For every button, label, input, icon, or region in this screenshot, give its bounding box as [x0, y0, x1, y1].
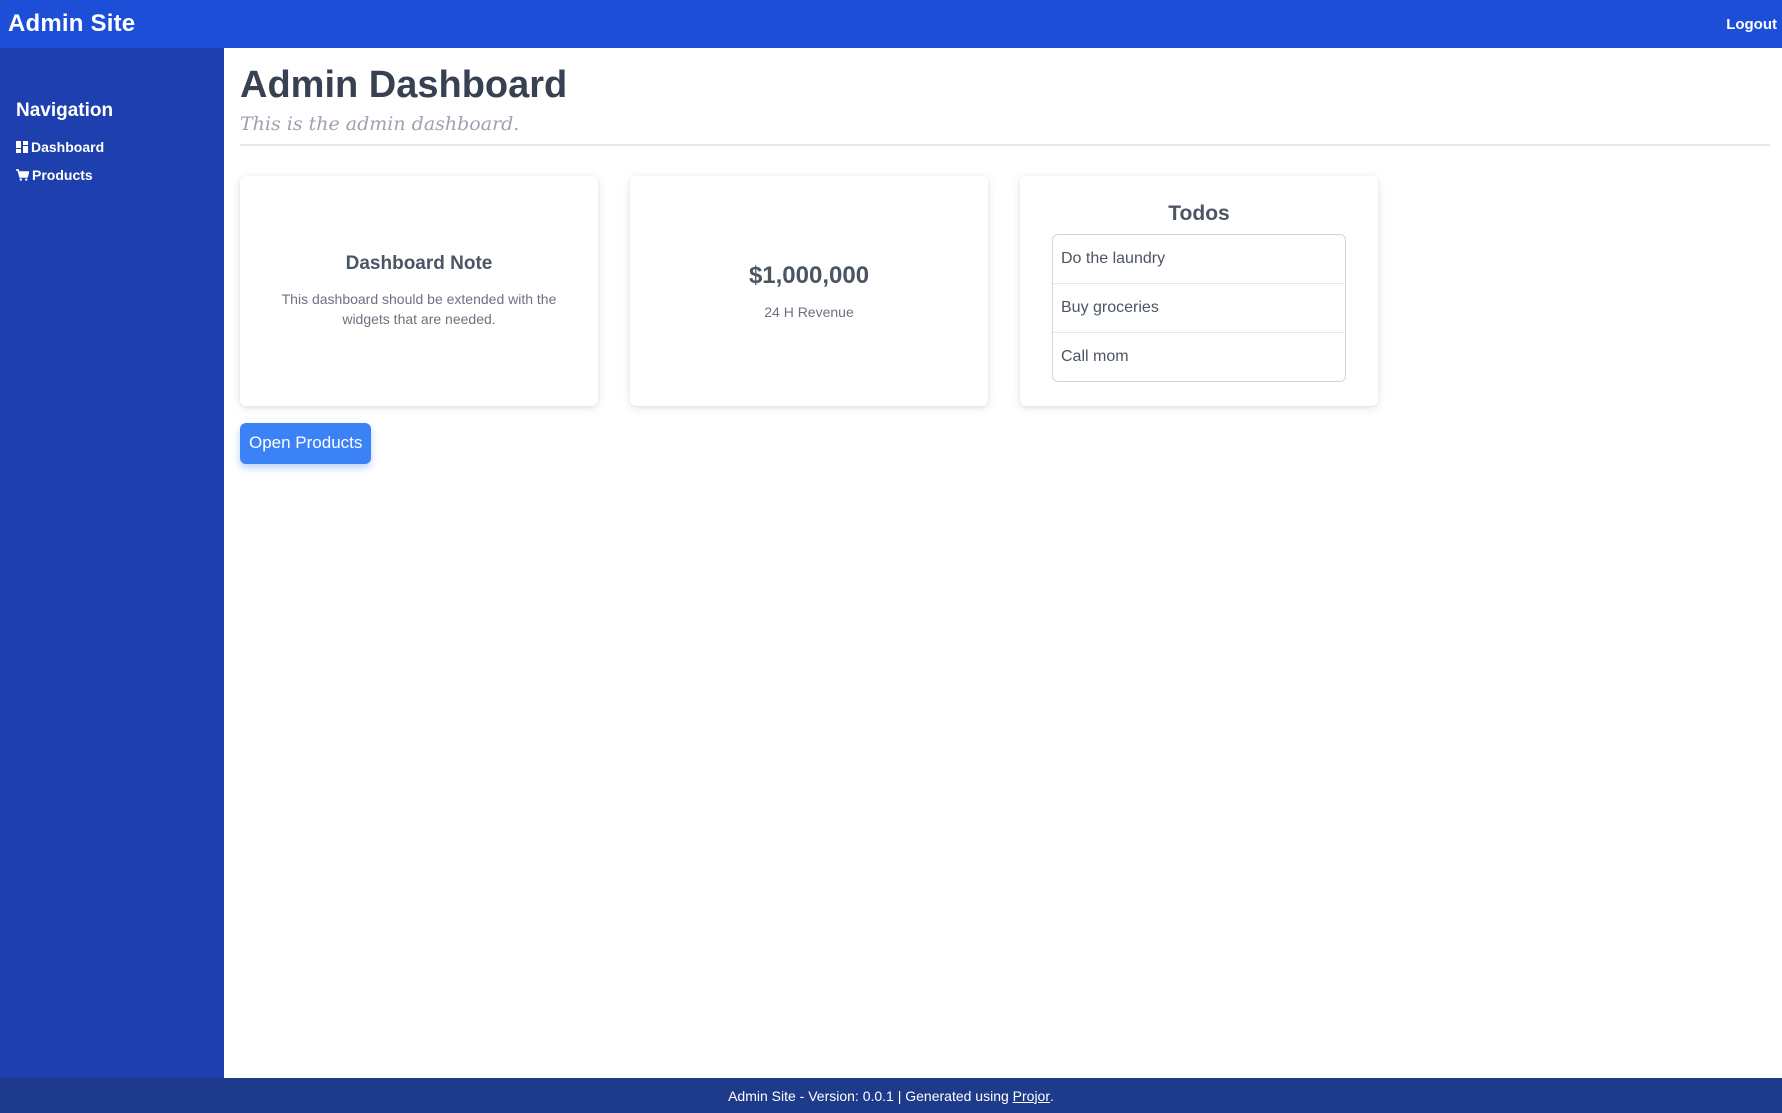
- footer-suffix: .: [1050, 1087, 1054, 1104]
- brand-title[interactable]: Admin Site: [8, 10, 135, 38]
- top-bar: Admin Site Logout: [0, 0, 1782, 48]
- list-item[interactable]: Do the laundry: [1053, 235, 1345, 284]
- projor-link[interactable]: Projor: [1013, 1088, 1050, 1104]
- app: Admin Site Logout Navigation Dashboard P…: [0, 0, 1782, 1113]
- revenue-card: $1,000,000 24 H Revenue: [630, 175, 988, 406]
- todos-title: Todos: [1168, 201, 1230, 225]
- dashboard-grid-icon: [16, 141, 28, 153]
- sidebar-item-dashboard[interactable]: Dashboard: [16, 133, 208, 161]
- card-title: Dashboard Note: [345, 252, 493, 274]
- todo-list: Do the laundry Buy groceries Call mom: [1052, 233, 1346, 382]
- page-title: Admin Dashboard: [240, 64, 568, 106]
- sidebar-heading: Navigation: [16, 100, 114, 121]
- list-item[interactable]: Call mom: [1053, 333, 1345, 381]
- footer-text: Admin Site - Version: 0.0.1 | Generated …: [728, 1087, 1009, 1104]
- sidebar-item-products[interactable]: Products: [16, 161, 208, 189]
- cart-icon: [16, 169, 29, 181]
- footer: Admin Site - Version: 0.0.1 | Generated …: [0, 1078, 1782, 1113]
- sidebar-item-label: Products: [32, 167, 93, 183]
- sidebar: Navigation Dashboard Products: [0, 48, 224, 1078]
- open-products-button[interactable]: Open Products: [240, 422, 372, 464]
- revenue-label: 24 H Revenue: [764, 303, 854, 320]
- logout-link[interactable]: Logout: [1726, 16, 1777, 33]
- page-subtitle: This is the admin dashboard.: [240, 112, 520, 135]
- widget-row: Dashboard Note This dashboard should be …: [240, 175, 1770, 406]
- sidebar-item-label: Dashboard: [31, 139, 105, 155]
- todos-card: Todos Do the laundry Buy groceries Call …: [1020, 175, 1378, 406]
- revenue-value: $1,000,000: [748, 261, 870, 289]
- dashboard-note-card: Dashboard Note This dashboard should be …: [240, 175, 598, 406]
- divider: [240, 143, 1770, 146]
- main-content: Admin Dashboard This is the admin dashbo…: [224, 48, 1782, 1078]
- list-item[interactable]: Buy groceries: [1053, 284, 1345, 333]
- card-text: This dashboard should be extended with t…: [281, 290, 557, 327]
